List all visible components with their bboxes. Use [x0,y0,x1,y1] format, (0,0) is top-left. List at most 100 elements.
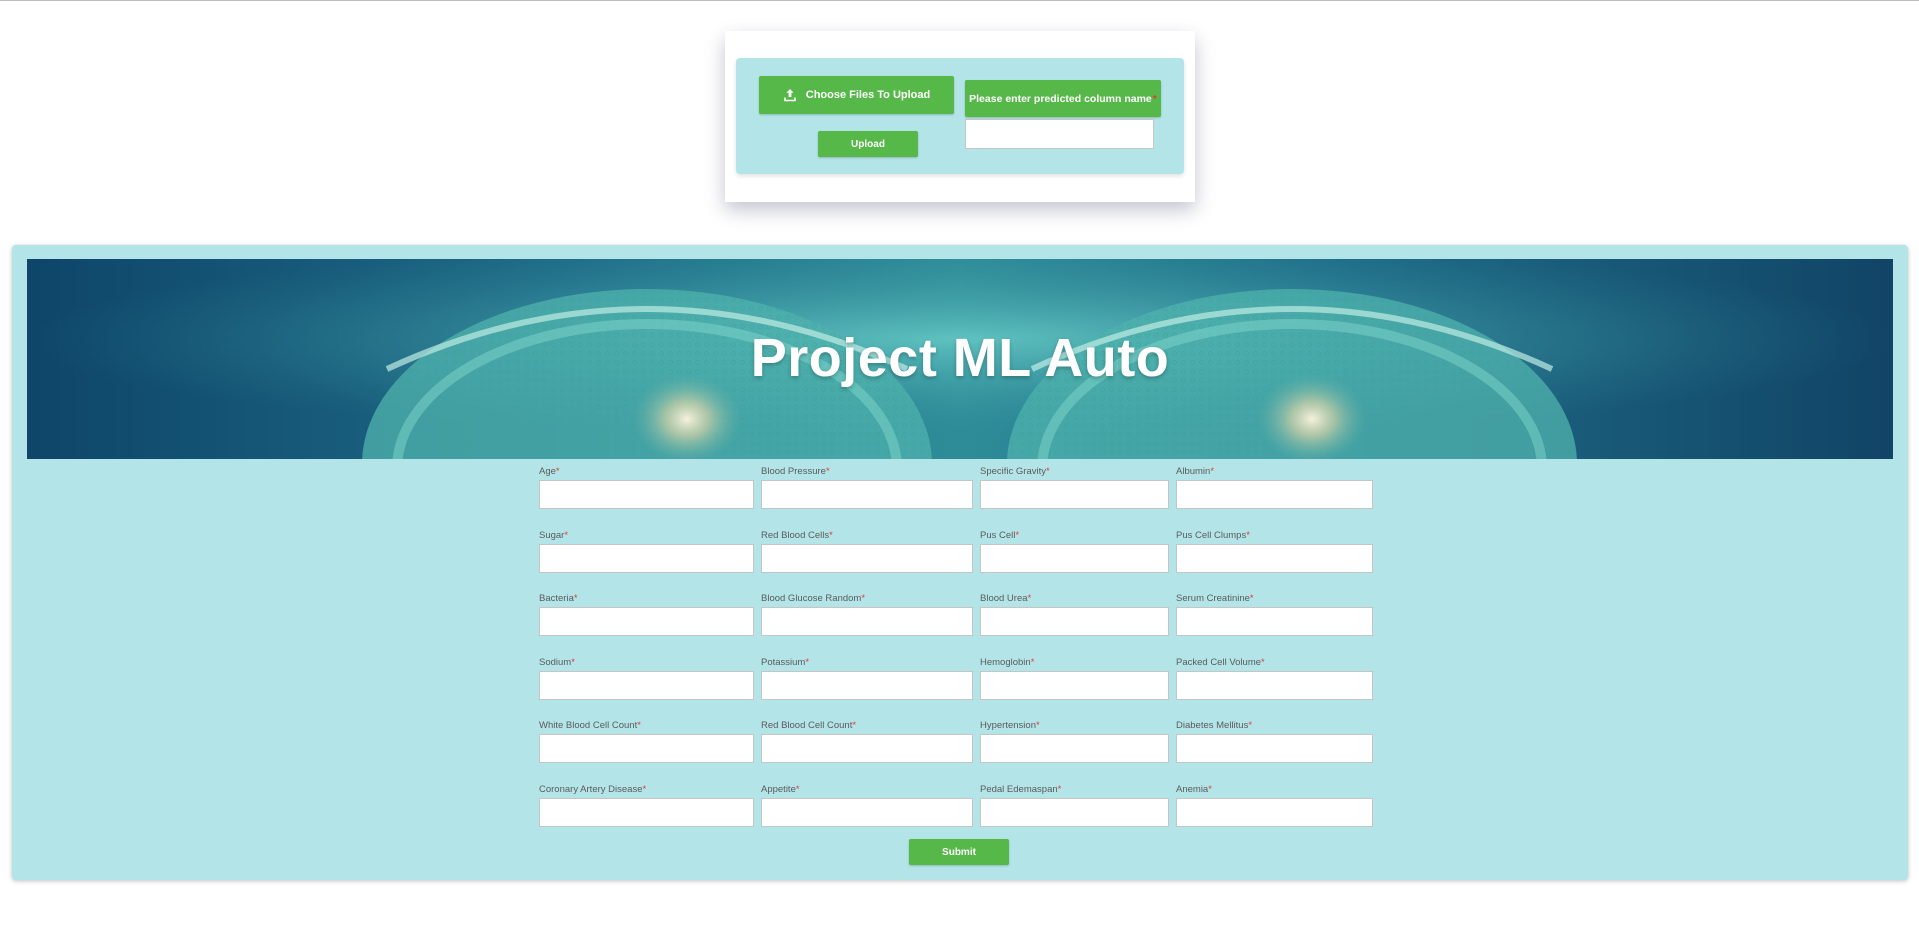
pus-cell-clumps-input[interactable] [1176,543,1373,573]
field-label-text: Pus Cell [980,529,1016,541]
field-specific-gravity: Specific Gravity* [980,466,1169,510]
required-mark: * [1015,529,1020,541]
coronary-artery-disease-input[interactable] [539,797,754,827]
required-mark: * [1027,593,1032,604]
field-label: Coronary Artery Disease* [539,784,754,796]
serum-creatinine-input[interactable] [1176,607,1373,636]
field-pus-cell: Pus Cell* [980,530,1169,574]
choose-files-button[interactable]: Choose Files To Upload [759,76,954,114]
page-title: Project ML Auto [750,328,1170,388]
field-label: Sugar* [539,530,754,542]
sugar-input[interactable] [539,543,754,573]
required-mark: * [1261,656,1265,668]
required-mark: * [1249,593,1254,604]
field-white-blood-cell-count: White Blood Cell Count* [539,720,754,764]
field-pus-cell-clumps: Pus Cell Clumps* [1176,530,1373,574]
sodium-input[interactable] [539,670,754,700]
field-pedal-edemaspan: Pedal Edemaspan* [980,784,1169,828]
field-label-text: Appetite [761,783,796,795]
pedal-edemaspan-input[interactable] [980,797,1169,827]
submit-button[interactable]: Submit [909,839,1009,865]
predicted-column-label: Please enter predicted column name * [965,80,1161,117]
field-label: Blood Glucose Random* [761,593,973,605]
blood-urea-input[interactable] [980,607,1169,636]
field-label-text: Sugar [539,529,565,541]
required-mark: * [795,783,800,795]
required-mark: * [573,593,578,604]
diabetes-mellitus-input[interactable] [1176,734,1373,763]
potassium-input[interactable] [761,670,973,700]
hemoglobin-input[interactable] [980,670,1169,700]
field-blood-glucose-random: Blood Glucose Random* [761,593,973,637]
appetite-input[interactable] [761,797,973,827]
field-label-text: Bacteria [539,593,574,604]
required-mark: * [571,656,575,668]
field-sodium: Sodium* [539,657,754,701]
field-label: Pedal Edemaspan* [980,784,1169,796]
required-mark: * [642,783,647,795]
field-label: White Blood Cell Count* [539,720,754,732]
white-blood-cell-count-input[interactable] [539,734,754,763]
upload-icon [783,88,797,102]
albumin-input[interactable] [1176,480,1373,509]
field-potassium: Potassium* [761,657,973,701]
field-albumin: Albumin* [1176,466,1373,510]
upload-card: Choose Files To Upload Upload Please ent… [725,31,1195,202]
field-label-text: Diabetes Mellitus [1176,720,1249,731]
field-anemia: Anemia* [1176,784,1373,828]
field-red-blood-cells: Red Blood Cells* [761,530,973,574]
predicted-column-input[interactable] [965,119,1154,149]
field-label-text: Blood Glucose Random [761,593,862,604]
field-label: Appetite* [761,784,973,796]
field-label: Specific Gravity* [980,466,1169,478]
red-blood-cell-count-input[interactable] [761,734,973,763]
required-mark: * [1208,783,1212,795]
packed-cell-volume-input[interactable] [1176,670,1373,700]
required-mark: * [1248,720,1253,731]
field-label-text: Serum Creatinine [1176,593,1250,604]
field-label: Blood Pressure* [761,466,973,478]
required-mark: * [1035,720,1040,731]
field-label-text: Red Blood Cell Count [761,720,853,731]
main-panel: Project ML Auto Age* Blood Pressure* Speci… [12,245,1908,880]
required-mark: * [861,593,866,604]
field-bacteria: Bacteria* [539,593,754,637]
field-label-text: White Blood Cell Count [539,720,638,731]
field-label: Diabetes Mellitus* [1176,720,1373,732]
required-mark: * [852,720,857,731]
field-label-text: Hemoglobin [980,656,1031,668]
field-label: Bacteria* [539,593,754,605]
blood-glucose-random-input[interactable] [761,607,973,636]
required-mark: * [825,466,830,477]
field-label: Packed Cell Volume* [1176,657,1373,669]
bacteria-input[interactable] [539,607,754,636]
red-blood-cells-input[interactable] [761,543,973,573]
field-label-text: Specific Gravity [980,466,1046,477]
field-label-text: Anemia [1176,783,1209,795]
blood-pressure-input[interactable] [761,480,973,509]
predicted-column-label-text: Please enter predicted column name [969,92,1152,105]
field-label: Blood Urea* [980,593,1169,605]
required-mark: * [1030,656,1035,668]
field-label: Anemia* [1176,784,1373,796]
field-label-text: Red Blood Cells [761,529,830,541]
required-mark: * [1152,92,1157,105]
required-mark: * [829,529,833,541]
field-label-text: Packed Cell Volume [1176,656,1262,668]
hypertension-input[interactable] [980,734,1169,763]
age-input[interactable] [539,480,754,509]
pus-cell-input[interactable] [980,543,1169,573]
required-mark: * [1210,466,1215,477]
upload-button[interactable]: Upload [818,131,918,157]
field-label: Hemoglobin* [980,657,1169,669]
field-blood-urea: Blood Urea* [980,593,1169,637]
specific-gravity-input[interactable] [980,480,1169,509]
required-mark: * [805,656,810,668]
field-label: Serum Creatinine* [1176,593,1373,605]
field-label-text: Sodium [539,656,572,668]
field-label: Age* [539,466,754,478]
field-label-text: Pedal Edemaspan [980,783,1058,795]
upload-panel: Choose Files To Upload Upload Please ent… [736,58,1184,174]
anemia-input[interactable] [1176,797,1373,827]
required-mark: * [564,529,569,541]
